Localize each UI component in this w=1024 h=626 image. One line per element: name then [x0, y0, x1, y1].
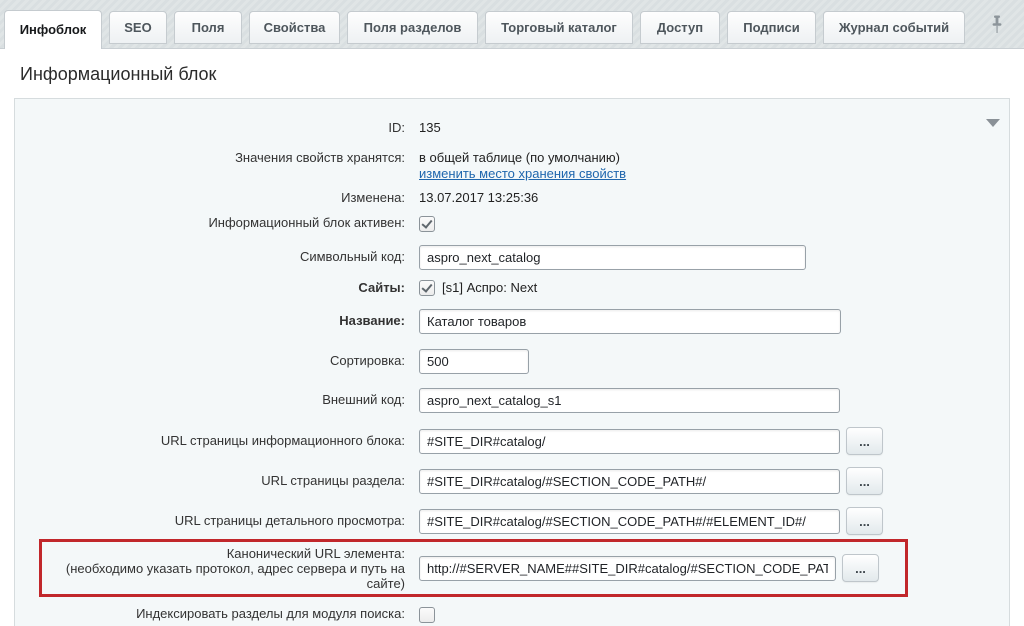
canonical-url-highlight-box: Канонический URL элемента: (необходимо у…: [39, 539, 908, 597]
row-storage: Значения свойств хранятся: в общей табли…: [15, 150, 1009, 182]
change-storage-link[interactable]: изменить место хранения свойств: [419, 166, 626, 181]
list-url-input[interactable]: [419, 429, 840, 454]
name-label: Название:: [15, 309, 405, 329]
tab-trade-catalog[interactable]: Торговый каталог: [485, 11, 633, 44]
index-sections-label: Индексировать разделы для модуля поиска:: [15, 606, 405, 622]
page-header: Информационный блок: [0, 49, 1024, 98]
modified-label: Изменена:: [15, 190, 405, 206]
tab-event-log[interactable]: Журнал событий: [823, 11, 965, 44]
row-detail-url: URL страницы детального просмотра: ...: [15, 507, 1009, 535]
sites-label: Сайты:: [15, 280, 405, 296]
tab-fields[interactable]: Поля: [174, 11, 242, 44]
row-list-url: URL страницы информационного блока: ...: [15, 427, 1009, 455]
modified-value: 13.07.2017 13:25:36: [419, 190, 538, 206]
external-code-label: Внешний код:: [15, 388, 405, 408]
id-label: ID:: [15, 120, 405, 136]
row-sites: Сайты: [s1] Аспро: Next: [15, 280, 1009, 297]
page-title: Информационный блок: [20, 64, 1004, 85]
active-label: Информационный блок активен:: [15, 215, 405, 231]
storage-label: Значения свойств хранятся:: [15, 150, 405, 166]
storage-value-block: в общей таблице (по умолчанию) изменить …: [419, 150, 626, 182]
index-sections-checkbox[interactable]: [419, 607, 435, 623]
tab-section-fields[interactable]: Поля разделов: [347, 11, 478, 44]
row-active: Информационный блок активен:: [15, 215, 1009, 232]
section-url-input[interactable]: [419, 469, 840, 494]
active-checkbox[interactable]: [419, 216, 435, 232]
row-modified: Изменена: 13.07.2017 13:25:36: [15, 190, 1009, 206]
code-label: Символьный код:: [15, 245, 405, 265]
collapse-section-icon[interactable]: [986, 119, 1000, 127]
infoblock-form-panel: ID: 135 Значения свойств хранятся: в общ…: [14, 98, 1010, 626]
row-name: Название:: [15, 309, 1009, 334]
canonical-url-label: Канонический URL элемента: (необходимо у…: [42, 546, 405, 591]
row-index-sections: Индексировать разделы для модуля поиска:: [15, 606, 1009, 623]
pin-icon[interactable]: [990, 15, 1004, 37]
tab-access[interactable]: Доступ: [640, 11, 720, 44]
list-url-label: URL страницы информационного блока:: [15, 433, 405, 449]
section-url-label: URL страницы раздела:: [15, 473, 405, 489]
row-id: ID: 135: [15, 120, 1009, 136]
row-canonical-url: Канонический URL элемента: (необходимо у…: [42, 544, 905, 592]
external-code-input[interactable]: [419, 388, 840, 413]
tab-infoblock[interactable]: Инфоблок: [4, 10, 102, 49]
tab-seo[interactable]: SEO: [109, 11, 167, 44]
name-input[interactable]: [419, 309, 841, 334]
row-section-url: URL страницы раздела: ...: [15, 467, 1009, 495]
detail-url-input[interactable]: [419, 509, 840, 534]
sites-checkbox[interactable]: [419, 280, 435, 296]
sort-label: Сортировка:: [15, 349, 405, 369]
storage-value: в общей таблице (по умолчанию): [419, 150, 626, 166]
row-sort: Сортировка:: [15, 349, 1009, 374]
detail-url-browse-button[interactable]: ...: [846, 507, 883, 535]
section-url-browse-button[interactable]: ...: [846, 467, 883, 495]
canonical-url-input[interactable]: [419, 556, 836, 581]
row-external-code: Внешний код:: [15, 388, 1009, 413]
sort-input[interactable]: [419, 349, 529, 374]
row-code: Символьный код:: [15, 245, 1009, 270]
tab-properties[interactable]: Свойства: [249, 11, 340, 44]
code-input[interactable]: [419, 245, 806, 270]
canonical-url-browse-button[interactable]: ...: [842, 554, 879, 582]
tab-captions[interactable]: Подписи: [727, 11, 816, 44]
sites-value: [s1] Аспро: Next: [442, 280, 537, 295]
detail-url-label: URL страницы детального просмотра:: [15, 513, 405, 529]
tab-bar: Инфоблок SEO Поля Свойства Поля разделов…: [0, 0, 1024, 49]
list-url-browse-button[interactable]: ...: [846, 427, 883, 455]
id-value: 135: [419, 120, 441, 136]
